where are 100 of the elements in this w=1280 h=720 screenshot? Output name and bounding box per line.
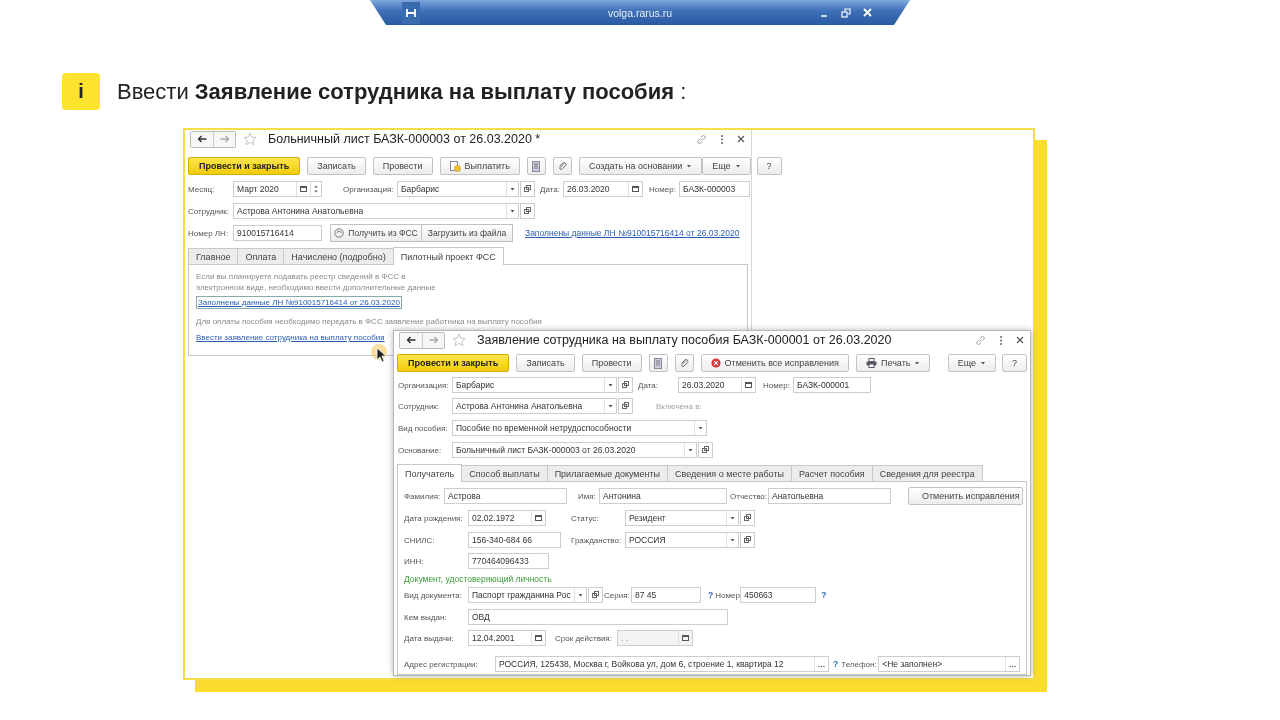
field-label: ИНН:	[404, 556, 425, 566]
dropdown-field[interactable]: Резидент	[625, 510, 739, 526]
squares-icon[interactable]	[740, 510, 755, 526]
post-and-close-button[interactable]: Провести и закрыть	[188, 157, 301, 175]
link[interactable]: Заполнены данные ЛН №910015716414 от 26.03.2020	[525, 227, 740, 239]
toolbar-button[interactable]: Записать	[516, 354, 575, 372]
input-field[interactable]: 156-340-684 66	[468, 532, 561, 548]
help-link[interactable]: ?	[821, 590, 827, 600]
input-field[interactable]: ОВД	[468, 609, 728, 625]
link[interactable]: Заполнены данные ЛН №910015716414 от 26.03.2020	[196, 296, 402, 309]
document-button[interactable]	[648, 354, 668, 372]
tab[interactable]: Получатель	[397, 464, 463, 482]
slide-heading: Ввести Заявление сотрудника на выплату пособия :	[117, 78, 687, 105]
squares-icon[interactable]	[698, 442, 713, 458]
input-field[interactable]: 910015716414	[233, 225, 322, 241]
menu-button[interactable]: Еще	[702, 157, 751, 175]
toolbar-button[interactable]: Загрузить из файла	[422, 224, 513, 242]
star-icon[interactable]	[452, 333, 466, 347]
input-field[interactable]: 450663	[740, 587, 817, 603]
more-icon[interactable]	[999, 334, 1003, 346]
dropdown-field[interactable]: Барбарис	[397, 181, 519, 197]
tab[interactable]: Начислено (подробно)	[283, 248, 394, 264]
section-title: Документ, удостоверяющий личность	[404, 574, 552, 584]
calendar-icon[interactable]	[741, 378, 755, 392]
calendar-icon[interactable]	[531, 511, 545, 525]
right-arrow-icon	[219, 135, 230, 143]
tab[interactable]: Способ выплаты	[461, 465, 548, 481]
cancel-edits-button[interactable]: Отменить исправления	[908, 487, 1023, 505]
dropdown-field[interactable]: Больничный лист БАЗК-000003 от 26.03.2020	[452, 442, 697, 458]
input-field[interactable]: БАЗК-000003	[679, 181, 750, 197]
date-field[interactable]: 26.03.2020	[563, 181, 643, 197]
squares-icon[interactable]	[618, 377, 633, 393]
tab[interactable]: Главное	[188, 248, 239, 264]
post-and-close-button[interactable]: Провести и закрыть	[397, 354, 510, 372]
menu-button[interactable]: Еще	[947, 354, 996, 372]
squares-icon[interactable]	[520, 181, 535, 197]
dropdown-field[interactable]: Астрова Антонина Анатольевна	[233, 203, 519, 219]
input-field[interactable]: 770464096433	[468, 553, 549, 569]
input-field[interactable]: БАЗК-000001	[793, 377, 871, 393]
date-field[interactable]: 26.03.2020	[678, 377, 756, 393]
star-icon[interactable]	[243, 132, 257, 146]
document-button[interactable]	[526, 157, 546, 175]
input-field[interactable]: Астрова	[444, 488, 567, 504]
print-button[interactable]: Печать	[855, 354, 931, 372]
squares-icon[interactable]	[618, 398, 633, 414]
tab[interactable]: Оплата	[237, 248, 285, 264]
pay-button[interactable]: Выплатить	[439, 157, 520, 175]
link[interactable]: Ввести заявление сотрудника на выплату пособия	[196, 332, 385, 343]
pin-icon[interactable]	[406, 7, 416, 18]
month-field[interactable]: Март 2020	[233, 181, 322, 197]
tab[interactable]: Сведения о месте работы	[667, 465, 792, 481]
calendar-icon[interactable]	[628, 182, 642, 196]
close-icon[interactable]	[1016, 336, 1024, 344]
help-link[interactable]: ?	[708, 590, 714, 600]
input-field[interactable]: РОССИЯ, 125438, Москва г, Войкова ул, дом 6, строение 1, квартира 12	[495, 656, 829, 672]
restore-icon[interactable]	[841, 7, 851, 18]
toolbar-button[interactable]: ?	[1002, 354, 1027, 372]
toolbar-button[interactable]: Записать	[307, 157, 366, 175]
tab[interactable]: Пилотный проект ФСС	[392, 247, 504, 265]
cancel-edits-button[interactable]: Отменить все исправления	[700, 354, 849, 372]
field-label: Имя:	[578, 491, 597, 501]
close-icon[interactable]	[737, 135, 745, 143]
fss-button[interactable]: Получить из ФСС	[330, 224, 422, 242]
input-field[interactable]: <Не заполнен>	[878, 656, 1021, 672]
dropdown-field[interactable]: РОССИЯ	[625, 532, 739, 548]
tab[interactable]: Прилагаемые документы	[546, 465, 669, 481]
toolbar-button[interactable]: ?	[756, 157, 782, 175]
help-link[interactable]: ?	[833, 659, 839, 669]
caret-icon	[914, 361, 921, 365]
calendar-icon[interactable]	[678, 631, 692, 645]
squares-icon[interactable]	[740, 532, 755, 548]
date-field[interactable]: 12.04.2001	[468, 630, 546, 646]
date-field[interactable]: 02.02.1972	[468, 510, 546, 526]
dropdown-field[interactable]: Барбарис	[452, 377, 617, 393]
tab[interactable]: Расчет пособия	[791, 465, 873, 481]
squares-icon[interactable]	[587, 587, 603, 603]
printer-icon	[865, 358, 877, 368]
input-field[interactable]: Анатольевна	[768, 488, 891, 504]
calendar-icon[interactable]	[531, 631, 545, 645]
field-label: Отчество:	[730, 491, 767, 501]
more-icon[interactable]	[720, 133, 724, 145]
tab[interactable]: Сведения для реестра	[871, 465, 983, 481]
paperclip-button[interactable]	[674, 354, 694, 372]
spin-arrows-icon[interactable]	[310, 182, 321, 196]
dropdown-field[interactable]: Астрова Антонина Анатольевна	[452, 398, 617, 414]
dropdown-field[interactable]: Пособие по временной нетрудоспособности	[452, 420, 707, 436]
paperclip-button[interactable]	[552, 157, 572, 175]
toolbar-button[interactable]: Провести	[581, 354, 642, 372]
dropdown-field[interactable]: Паспорт гражданина Рос	[468, 587, 587, 603]
ellipsis-icon[interactable]	[814, 657, 828, 671]
right-arrow-icon	[428, 336, 439, 344]
calendar-icon[interactable]	[296, 182, 310, 196]
menu-button[interactable]: Создать на основании	[578, 157, 703, 175]
document-coin-icon	[449, 160, 461, 172]
squares-icon[interactable]	[520, 203, 535, 219]
toolbar-button[interactable]: Провести	[372, 157, 433, 175]
document-icon	[532, 160, 541, 172]
input-field[interactable]: Антонина	[599, 488, 727, 504]
input-field[interactable]: 87 45	[631, 587, 701, 603]
field-label: Организация:	[398, 380, 450, 390]
